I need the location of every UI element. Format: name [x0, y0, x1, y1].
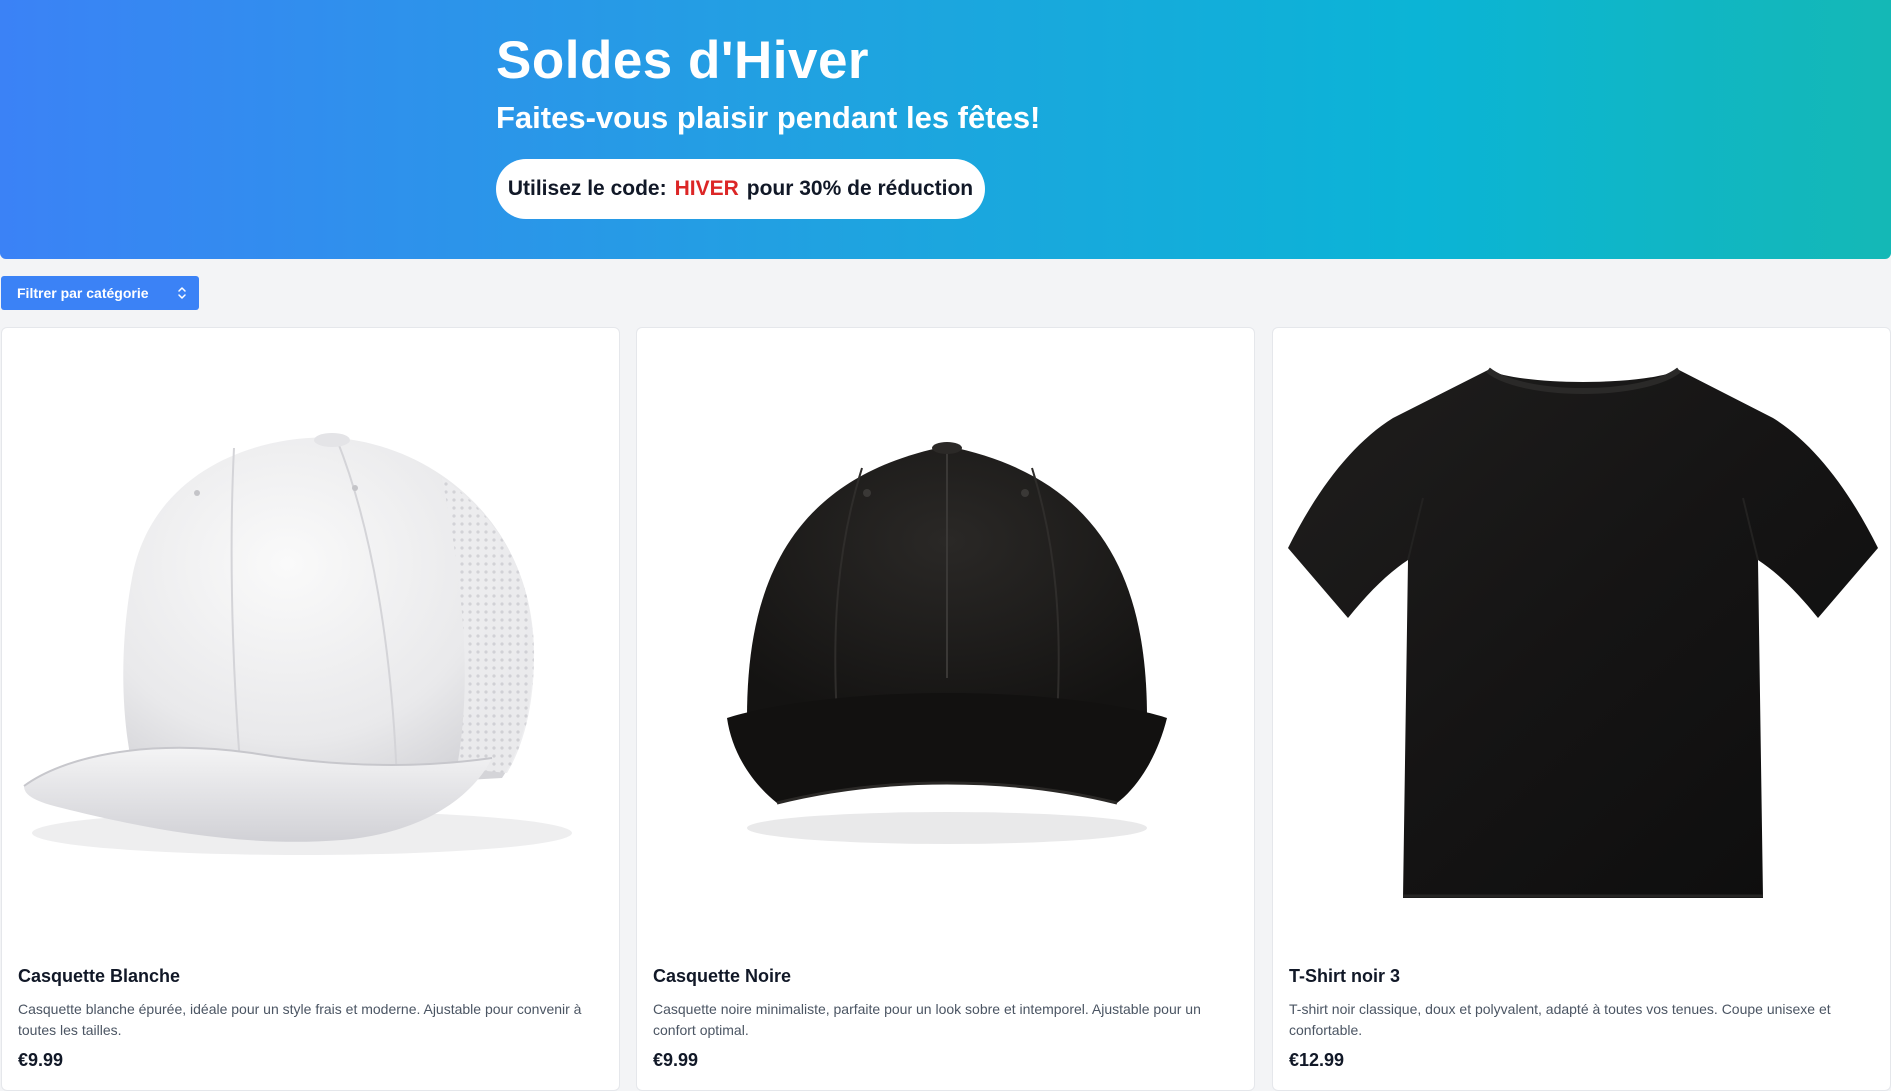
product-price: €9.99 — [18, 1050, 64, 1070]
banner-subtitle: Faites-vous plaisir pendant les fêtes! — [496, 100, 1041, 135]
chevron-up-down-icon — [178, 287, 186, 299]
product-title[interactable]: Casquette Noire — [653, 966, 791, 987]
black-cap-image — [727, 442, 1167, 844]
product-card[interactable]: Casquette Blanche Casquette blanche épur… — [1, 327, 620, 1091]
product-description: T-shirt noir classique, doux et polyvale… — [1289, 1001, 1831, 1038]
promo-code: HIVER — [674, 177, 739, 200]
white-cap-image — [23, 433, 572, 855]
product-description: Casquette noire minimaliste, parfaite po… — [653, 1001, 1201, 1038]
banner-title: Soldes d'Hiver — [496, 31, 870, 90]
product-price: €12.99 — [1289, 1050, 1345, 1070]
product-title[interactable]: T-Shirt noir 3 — [1289, 966, 1400, 987]
product-card[interactable]: Casquette Noire Casquette noire minimali… — [636, 327, 1255, 1091]
product-description: Casquette blanche épurée, idéale pour un… — [18, 1001, 582, 1038]
product-card[interactable]: T-Shirt noir 3 T-shirt noir classique, d… — [1272, 327, 1891, 1091]
promo-banner: Soldes d'Hiver Faites-vous plaisir penda… — [0, 0, 1891, 259]
promo-suffix: pour 30% de réduction — [746, 177, 974, 200]
filter-label: Filtrer par catégorie — [17, 285, 149, 301]
promo-prefix: Utilisez le code: — [507, 177, 667, 200]
promo-code-badge: Utilisez le code: HIVER pour 30% de réduct… — [496, 159, 985, 219]
category-filter-select[interactable]: Filtrer par catégorie — [1, 276, 199, 310]
black-tshirt-image — [1288, 367, 1878, 898]
product-price: €9.99 — [653, 1050, 699, 1070]
product-title[interactable]: Casquette Blanche — [18, 966, 180, 987]
